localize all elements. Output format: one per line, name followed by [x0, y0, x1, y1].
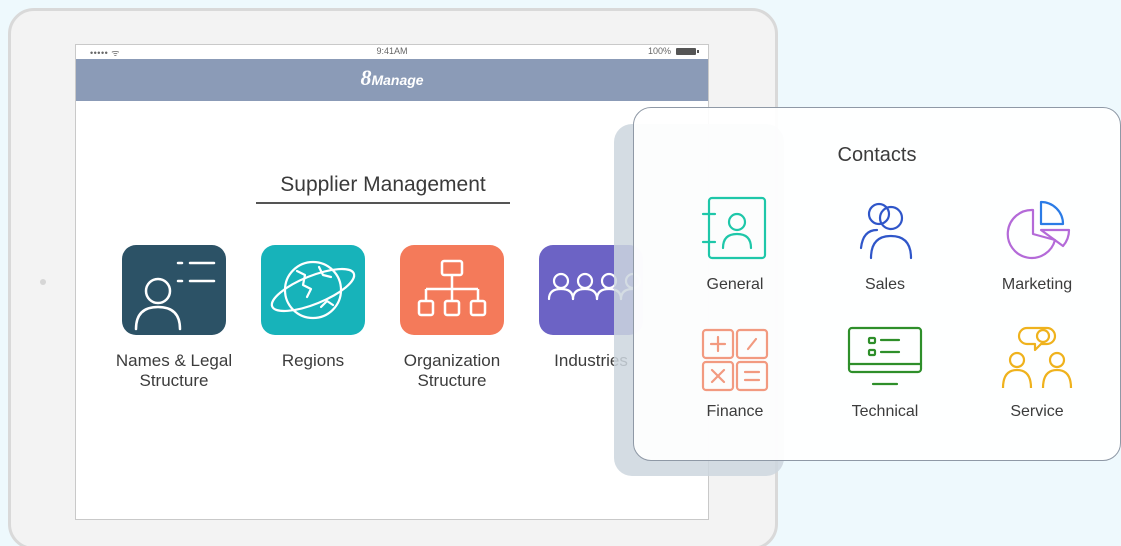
monitor-list-icon: [847, 326, 923, 386]
organization-structure-tile[interactable]: [400, 245, 504, 335]
contacts-popup: Contacts General Sales Marketing Finance…: [633, 107, 1121, 461]
pie-chart-icon: [1006, 200, 1071, 260]
names-legal-structure-tile[interactable]: [122, 245, 226, 335]
battery-percent: 100%: [647, 46, 671, 56]
status-time: 9:41AM: [376, 46, 408, 56]
page-title: Supplier Management: [256, 173, 510, 204]
finance-contact-button[interactable]: [695, 328, 775, 392]
status-bar: ••••• ᯤ 9:41AM 100%: [76, 45, 708, 59]
contact-card-icon: [134, 261, 216, 331]
home-indicator: [40, 279, 46, 285]
app-header: 8Manage: [76, 59, 708, 101]
address-book-icon: [701, 196, 767, 260]
org-chart-icon: [417, 259, 487, 317]
calculator-icon: [701, 328, 769, 392]
contact-label-finance: Finance: [706, 403, 764, 420]
customer-service-icon: [1001, 326, 1073, 390]
service-contact-button[interactable]: [997, 324, 1077, 390]
users-icon: [859, 202, 913, 260]
contact-label-technical: Technical: [851, 403, 919, 420]
app-logo: 8Manage: [360, 65, 424, 90]
contact-label-service: Service: [1010, 403, 1064, 420]
popup-title: Contacts: [837, 144, 917, 166]
battery-icon: [676, 47, 699, 55]
contact-label-marketing: Marketing: [1001, 276, 1073, 293]
general-contact-button[interactable]: [695, 196, 775, 260]
tile-label-organization: Organization Structure: [403, 351, 501, 390]
regions-tile[interactable]: [261, 245, 365, 335]
battery-status: 100%: [647, 46, 699, 56]
technical-contact-button[interactable]: [845, 326, 925, 390]
contact-label-general: General: [706, 276, 764, 293]
tile-label-regions: Regions: [281, 351, 345, 370]
globe-icon: [270, 260, 356, 320]
tile-label-names: Names & Legal Structure: [115, 351, 233, 390]
contact-label-sales: Sales: [864, 276, 906, 293]
marketing-contact-button[interactable]: [997, 198, 1077, 262]
sales-contact-button[interactable]: [845, 198, 925, 262]
